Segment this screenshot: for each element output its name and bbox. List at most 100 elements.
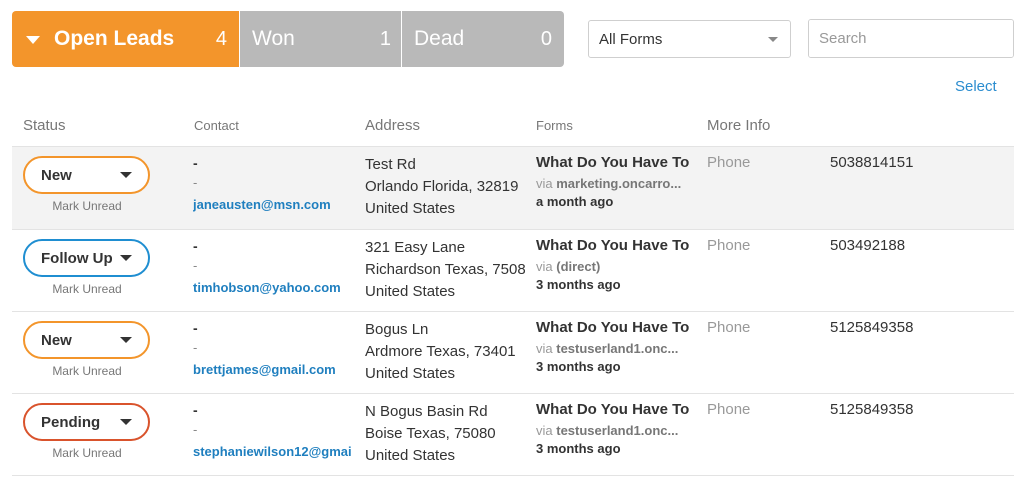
address-country: United States xyxy=(365,447,456,464)
form-name[interactable]: What Do You Have To xyxy=(536,154,696,176)
status-dropdown[interactable]: Pending xyxy=(23,403,150,441)
address-cell: N Bogus Basin Rd Boise Texas, 75080 Unit… xyxy=(365,401,525,467)
caret-down-icon xyxy=(120,172,132,178)
contact-phone: - xyxy=(193,175,198,190)
form-name[interactable]: What Do You Have To xyxy=(536,401,696,423)
address-country: United States xyxy=(365,283,456,300)
address-city: Orlando Florida, 32819 xyxy=(365,178,519,195)
header-more-info: More Info xyxy=(707,117,771,134)
info-value: 5038814151 xyxy=(830,154,914,171)
mark-unread-link[interactable]: Mark Unread xyxy=(12,364,162,378)
tab-open-leads-label: Open Leads xyxy=(54,27,175,50)
contact-email[interactable]: janeausten@msn.com xyxy=(193,197,353,212)
contact-cell: - - brettjames@gmail.com xyxy=(193,320,353,377)
mark-unread-link[interactable]: Mark Unread xyxy=(12,446,162,460)
forms-cell: What Do You Have To via testuserland1.on… xyxy=(536,401,696,456)
tab-dead-label: Dead xyxy=(414,27,465,50)
status-label: Follow Up xyxy=(41,249,113,267)
lead-row[interactable]: New Mark Unread - - brettjames@gmail.com… xyxy=(12,312,1014,394)
info-value: 5125849358 xyxy=(830,319,914,336)
address-street: 321 Easy Lane xyxy=(365,239,466,256)
form-time: a month ago xyxy=(536,194,614,209)
status-label: New xyxy=(41,331,72,349)
tab-open-leads[interactable]: Open Leads 4 xyxy=(12,11,239,67)
address-country: United States xyxy=(365,365,456,382)
status-dropdown[interactable]: Follow Up xyxy=(23,239,150,277)
address-cell: 321 Easy Lane Richardson Texas, 7508 Uni… xyxy=(365,237,525,303)
contact-cell: - - timhobson@yahoo.com xyxy=(193,238,353,295)
caret-down-icon xyxy=(120,255,132,261)
info-label: Phone xyxy=(707,401,751,418)
form-source: via testuserland1.onc... xyxy=(536,341,696,359)
address-city: Boise Texas, 75080 xyxy=(365,425,496,442)
tab-dead[interactable]: Dead 0 xyxy=(402,11,564,67)
contact-name: - xyxy=(193,238,198,254)
caret-down-icon xyxy=(26,36,40,44)
address-street: Bogus Ln xyxy=(365,321,429,338)
via-source: (direct) xyxy=(556,259,601,274)
form-name[interactable]: What Do You Have To xyxy=(536,237,696,259)
address-city: Richardson Texas, 7508 xyxy=(365,261,525,278)
mark-unread-link[interactable]: Mark Unread xyxy=(12,199,162,213)
contact-cell: - - stephaniewilson12@gmai xyxy=(193,402,353,459)
lead-row[interactable]: Pending Mark Unread - - stephaniewilson1… xyxy=(12,394,1014,476)
contact-email[interactable]: brettjames@gmail.com xyxy=(193,362,353,377)
info-value: 5125849358 xyxy=(830,401,914,418)
via-source: testuserland1.onc... xyxy=(556,423,679,438)
forms-filter-value: All Forms xyxy=(599,30,663,48)
status-label: Pending xyxy=(41,413,101,431)
info-label: Phone xyxy=(707,154,751,171)
info-value: 503492188 xyxy=(830,237,906,254)
form-name[interactable]: What Do You Have To xyxy=(536,319,696,341)
row-divider xyxy=(12,475,1014,476)
contact-phone: - xyxy=(193,258,198,273)
tab-won-count: 1 xyxy=(379,27,391,50)
search-box xyxy=(808,19,1014,58)
caret-down-icon xyxy=(120,419,132,425)
tab-open-leads-left: Open Leads xyxy=(26,27,174,51)
lead-row[interactable]: New Mark Unread - - janeausten@msn.com T… xyxy=(12,147,1014,229)
search-input[interactable] xyxy=(809,20,1013,57)
header-status: Status xyxy=(23,117,66,134)
address-cell: Bogus Ln Ardmore Texas, 73401 United Sta… xyxy=(365,319,525,385)
form-source: via marketing.oncarro... xyxy=(536,176,696,194)
info-label: Phone xyxy=(707,319,751,336)
tab-open-leads-count: 4 xyxy=(215,27,227,50)
tab-dead-count: 0 xyxy=(540,27,552,50)
lead-row[interactable]: Follow Up Mark Unread - - timhobson@yaho… xyxy=(12,230,1014,312)
header-forms: Forms xyxy=(536,118,573,133)
contact-name: - xyxy=(193,155,198,171)
contact-email[interactable]: stephaniewilson12@gmai xyxy=(193,444,353,459)
via-prefix: via xyxy=(536,423,557,438)
address-cell: Test Rd Orlando Florida, 32819 United St… xyxy=(365,154,525,220)
select-link[interactable]: Select xyxy=(955,78,997,95)
lead-status-tabs: Open Leads 4 Won 1 Dead 0 xyxy=(12,11,564,67)
contact-phone: - xyxy=(193,422,198,437)
contact-phone: - xyxy=(193,340,198,355)
address-city: Ardmore Texas, 73401 xyxy=(365,343,516,360)
form-source: via (direct) xyxy=(536,259,696,277)
forms-cell: What Do You Have To via (direct) 3 month… xyxy=(536,237,696,292)
contact-name: - xyxy=(193,320,198,336)
forms-cell: What Do You Have To via marketing.oncarr… xyxy=(536,154,696,209)
forms-filter-select[interactable]: All Forms xyxy=(588,20,791,58)
contact-email[interactable]: timhobson@yahoo.com xyxy=(193,280,353,295)
info-label: Phone xyxy=(707,237,751,254)
contact-cell: - - janeausten@msn.com xyxy=(193,155,353,212)
status-dropdown[interactable]: New xyxy=(23,156,150,194)
chevron-down-icon xyxy=(768,36,778,42)
status-dropdown[interactable]: New xyxy=(23,321,150,359)
address-street: N Bogus Basin Rd xyxy=(365,403,488,420)
form-time: 3 months ago xyxy=(536,441,621,456)
header-contact: Contact xyxy=(194,118,239,133)
forms-cell: What Do You Have To via testuserland1.on… xyxy=(536,319,696,374)
tab-won[interactable]: Won 1 xyxy=(240,11,401,67)
mark-unread-link[interactable]: Mark Unread xyxy=(12,282,162,296)
via-prefix: via xyxy=(536,341,557,356)
form-source: via testuserland1.onc... xyxy=(536,423,696,441)
caret-down-icon xyxy=(120,337,132,343)
via-prefix: via xyxy=(536,259,557,274)
address-country: United States xyxy=(365,200,456,217)
status-label: New xyxy=(41,166,72,184)
via-source: testuserland1.onc... xyxy=(556,341,679,356)
